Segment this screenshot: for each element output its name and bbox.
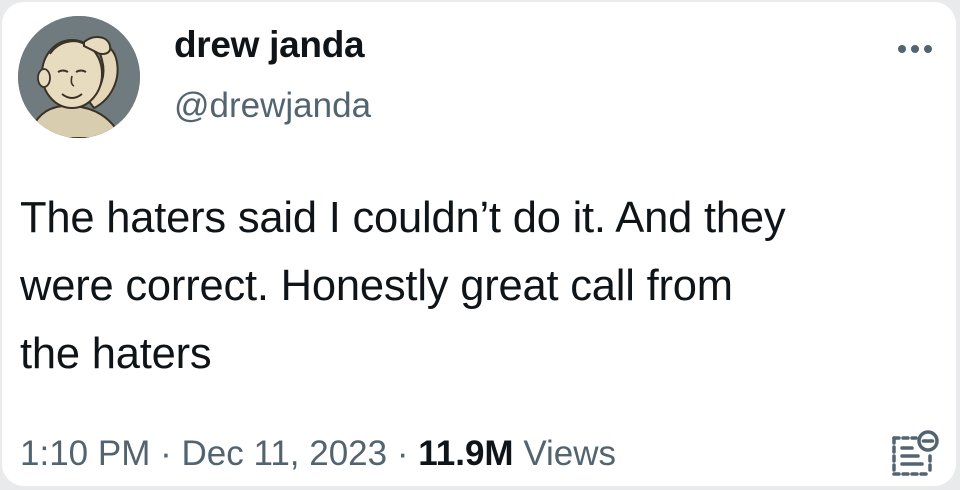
tweet-text-line: the haters bbox=[20, 330, 212, 378]
avatar[interactable] bbox=[18, 16, 140, 138]
analytics-icon-graphic bbox=[892, 430, 939, 476]
tweet-text: The haters said I couldn’t do it. And th… bbox=[20, 184, 940, 388]
views-count: 11.9M bbox=[418, 434, 514, 473]
more-horizontal-icon-dot-3 bbox=[924, 45, 932, 53]
view-analytics-icon[interactable] bbox=[886, 426, 942, 482]
user-handle[interactable]: @drewjanda bbox=[174, 86, 371, 126]
post-date[interactable]: Dec 11, 2023 bbox=[181, 434, 387, 473]
more-options-button[interactable] bbox=[888, 32, 942, 66]
meta-separator: · bbox=[396, 434, 409, 473]
post-time[interactable]: 1:10 PM bbox=[20, 434, 150, 473]
tweet-text-line: were correct. Honestly great call from bbox=[20, 262, 733, 310]
tweet-card: drew janda @drewjanda The haters said I … bbox=[2, 2, 956, 486]
tweet-meta: 1:10 PM · Dec 11, 2023 · 11.9M Views bbox=[20, 434, 616, 474]
tweet-text-line: The haters said I couldn’t do it. And th… bbox=[20, 194, 786, 242]
views-label: Views bbox=[523, 434, 617, 473]
more-horizontal-icon-dot-2 bbox=[911, 45, 919, 53]
more-horizontal-icon-dot-1 bbox=[898, 45, 906, 53]
display-name[interactable]: drew janda bbox=[174, 24, 365, 66]
avatar-illustration bbox=[18, 16, 140, 138]
meta-separator: · bbox=[160, 434, 172, 473]
